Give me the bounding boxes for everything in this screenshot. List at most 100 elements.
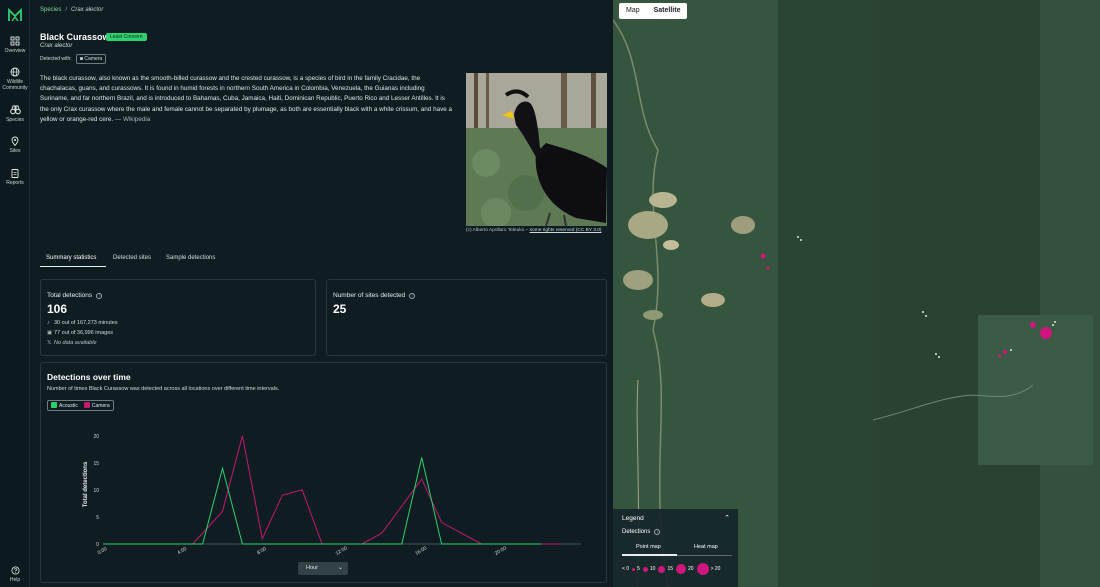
info-icon[interactable]: i: [654, 529, 661, 535]
acoustic-stat: ♪ 30 out of 167,273 minutes: [47, 320, 118, 326]
scale-dot: [696, 563, 709, 575]
species-title: Black Curassow: [40, 32, 110, 42]
grid-icon: [10, 36, 20, 46]
map-legend: Legend ⌃ Detections i Point map Heat map …: [613, 509, 738, 587]
breadcrumb-separator: /: [65, 7, 68, 13]
detections-label: Detections i: [622, 529, 661, 535]
total-detections-card: Total detections i 106 ♪ 30 out of 167,273…: [40, 279, 316, 356]
app: Overview Wildlife Community Species Site…: [0, 0, 1100, 587]
sidebar-item-label: Species: [6, 117, 24, 123]
sidebar-item-label: Overview: [4, 48, 26, 54]
detections-over-time-card: Detections over time Number of times Bla…: [40, 362, 607, 583]
legend-tab-indicator: [622, 554, 677, 556]
wikipedia-link[interactable]: — Wikipedia: [115, 116, 150, 123]
species-photo: [466, 73, 607, 226]
tab-summary-statistics[interactable]: Summary statistics: [46, 255, 96, 261]
sidebar-item-sites[interactable]: Sites: [0, 136, 30, 154]
scale-dot: [642, 566, 648, 572]
status-badge: Least Concern: [106, 33, 147, 41]
series-line-acoustic: [103, 457, 542, 545]
active-tab-indicator: [40, 266, 106, 267]
camera-stat-text: 77 out of 36,996 images: [54, 330, 114, 336]
sites-detected-label: Number of sites detected i: [333, 292, 416, 299]
x-tick-label: 4:00: [176, 546, 188, 556]
map-toggle-map[interactable]: Map: [619, 3, 647, 19]
sidebar-item-wildlife-community[interactable]: Wildlife Community: [0, 67, 30, 91]
x-tick-label: 8:00: [256, 546, 268, 556]
tab-point-map[interactable]: Point map: [636, 544, 661, 550]
series-line-camera: [103, 435, 562, 545]
scale-label: 20: [688, 566, 694, 572]
chevron-down-icon: ⌄: [337, 565, 343, 571]
scientific-name: Crax alector: [40, 43, 73, 49]
detected-with-value: Camera: [84, 56, 103, 62]
sites-detected-title: Number of sites detected: [333, 292, 406, 299]
y-tick-label: 5: [96, 515, 99, 521]
sites-detected-card: Number of sites detected i 25: [326, 279, 607, 356]
info-icon[interactable]: i: [96, 293, 103, 299]
help-button[interactable]: Help: [0, 566, 30, 583]
breadcrumb-species-link[interactable]: Species: [40, 7, 61, 13]
total-detections-title: Total detections: [47, 292, 93, 299]
globe-icon: [10, 67, 20, 77]
x-tick-label: 12:00: [335, 545, 349, 557]
x-tick-label: 16:00: [414, 545, 428, 557]
clipboard-icon: [11, 169, 19, 178]
y-tick-label: 0: [96, 542, 99, 548]
detections-label-text: Detections: [622, 529, 651, 535]
legend-title: Legend: [622, 515, 644, 522]
y-tick-label: 20: [93, 434, 99, 440]
map[interactable]: Map Satellite Legend ⌃ Detections i Point…: [613, 0, 1100, 587]
scale-label: < 0: [622, 566, 630, 572]
detection-scale: < 0 5 10 15 20 > 20: [622, 563, 720, 575]
sidebar: Overview Wildlife Community Species Site…: [0, 0, 30, 587]
detected-with-chip: ◙ Camera: [76, 54, 107, 64]
y-axis-label: Total detections: [83, 461, 89, 507]
other-stat: 𝕏 No data available: [47, 340, 97, 346]
sidebar-item-label: Reports: [6, 180, 24, 186]
help-label: Help: [9, 577, 21, 583]
interval-select-value: Hour: [306, 565, 318, 571]
total-detections-label: Total detections i: [47, 292, 103, 299]
scale-dot: [676, 564, 686, 574]
map-type-toggle: Map Satellite: [619, 3, 688, 19]
sidebar-item-label: Wildlife Community: [2, 79, 28, 91]
tab-sample-detections[interactable]: Sample detections: [166, 255, 215, 261]
breadcrumb: Species / Crax alector: [40, 7, 103, 13]
x-tick-label: 20:00: [494, 545, 508, 557]
chevron-up-icon[interactable]: ⌃: [724, 514, 730, 522]
logo-icon[interactable]: [7, 7, 23, 23]
tab-heat-map[interactable]: Heat map: [694, 544, 718, 550]
scale-label: > 20: [710, 566, 721, 572]
sidebar-item-label: Sites: [9, 148, 21, 154]
scale-label: 15: [667, 566, 673, 572]
x-icon: 𝕏: [47, 340, 52, 346]
y-tick-label: 10: [93, 488, 99, 494]
species-description: The black curassow, also known as the sm…: [40, 74, 454, 125]
acoustic-stat-text: 30 out of 167,273 minutes: [54, 320, 118, 326]
camera-icon: ◙: [80, 56, 84, 62]
sites-detected-value: 25: [333, 302, 347, 316]
camera-icon: ▣: [47, 330, 53, 336]
map-toggle-satellite[interactable]: Satellite: [647, 3, 688, 19]
info-icon[interactable]: i: [409, 293, 416, 299]
microphone-icon: ♪: [47, 320, 50, 326]
interval-select[interactable]: Hour ⌄: [298, 562, 348, 575]
scale-dot: [658, 565, 666, 573]
camera-stat: ▣ 77 out of 36,996 images: [47, 330, 113, 336]
help-icon: [10, 566, 20, 575]
sidebar-item-species[interactable]: Species: [0, 105, 30, 123]
scale-label: 10: [649, 566, 656, 572]
detections-chart: 051015200:00 4:00 8:00 12:00 16:00 20:00Total…: [83, 434, 581, 557]
other-stat-text: No data available: [54, 340, 97, 346]
scale-label: 5: [637, 566, 640, 572]
species-panel: Species / Crax alector Black Curassow Leas…: [30, 0, 613, 587]
y-tick-label: 15: [93, 461, 99, 467]
description-text: The black curassow, also known as the sm…: [40, 75, 452, 123]
sidebar-item-overview[interactable]: Overview: [0, 36, 30, 54]
tab-detected-sites[interactable]: Detected sites: [113, 255, 151, 261]
photo-license-link[interactable]: some rights reserved (CC BY 3.0): [530, 228, 602, 233]
scale-dot: [632, 567, 636, 571]
breadcrumb-current: Crax alector: [71, 7, 104, 13]
sidebar-item-reports[interactable]: Reports: [0, 168, 30, 186]
